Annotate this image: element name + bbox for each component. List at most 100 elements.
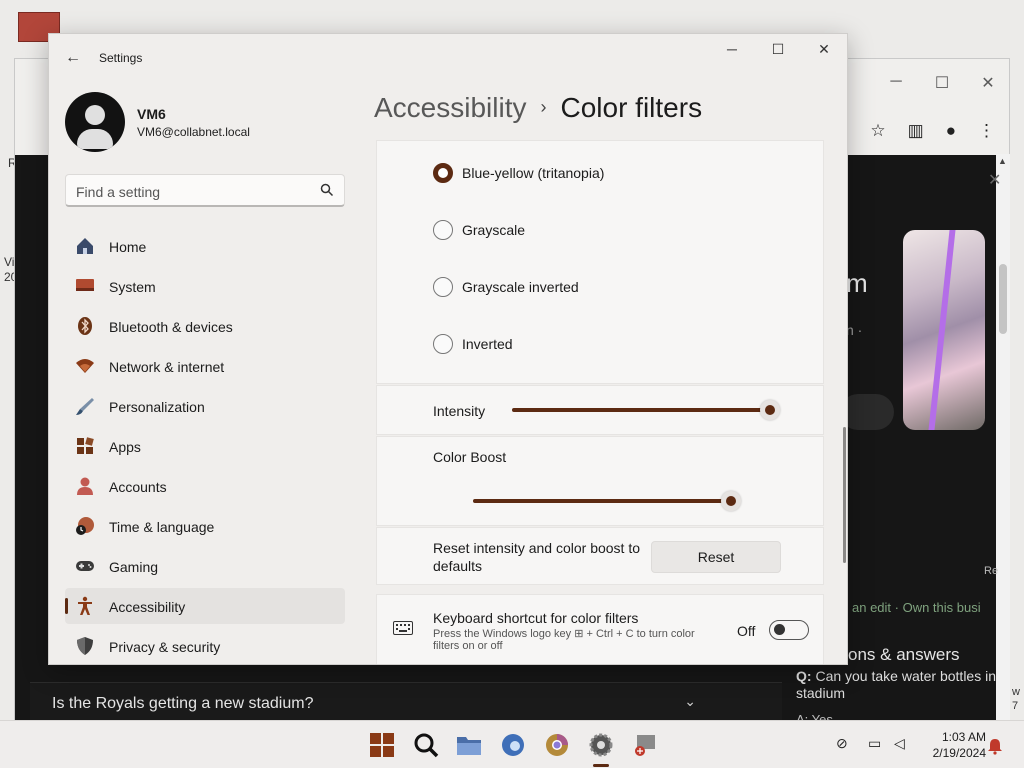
- bluetooth-icon: [78, 317, 92, 335]
- sidebar-item-apps[interactable]: Apps: [65, 428, 345, 464]
- sidebar-item-personalization[interactable]: Personalization: [65, 388, 345, 424]
- accounts-icon: [77, 477, 93, 495]
- sidebar-item-gaming[interactable]: Gaming: [65, 548, 345, 584]
- sidebar-item-privacy[interactable]: Privacy & security: [65, 628, 345, 664]
- color-boost-row: Color Boost: [376, 436, 824, 526]
- settings-gear-icon[interactable]: [587, 731, 615, 759]
- reset-label: Reset intensity and color boost to defau…: [433, 540, 641, 574]
- intensity-slider-track[interactable]: [512, 408, 770, 412]
- back-arrow-icon[interactable]: ←: [63, 48, 83, 68]
- radio-button-selected[interactable]: [433, 163, 453, 183]
- bookmark-star-icon[interactable]: ☆: [870, 121, 885, 141]
- minimize-button[interactable]: ─: [709, 34, 755, 64]
- faq-row[interactable]: Is the Royals getting a new stadium? ⌄: [30, 682, 782, 722]
- apps-icon: [77, 437, 94, 454]
- window-controls: ─ ☐ ✕: [709, 34, 847, 64]
- scrollbar-thumb[interactable]: [999, 264, 1007, 334]
- filter-options-panel: Blue-yellow (tritanopia) Grayscale Grays…: [376, 140, 824, 384]
- start-icon[interactable]: [368, 731, 396, 759]
- sidebar-item-bluetooth[interactable]: Bluetooth & devices: [65, 308, 345, 344]
- avatar[interactable]: [65, 92, 125, 152]
- brush-icon: [76, 398, 94, 415]
- browser-tools: ☆ ▥ ● ⋮: [870, 121, 995, 141]
- sidebar-item-home[interactable]: Home: [65, 228, 345, 264]
- side-panel-icon[interactable]: ▥: [908, 121, 924, 141]
- desktop-text-fragment: w: [1012, 686, 1020, 698]
- qa-question[interactable]: Q: Can you take water bottles in stadium: [796, 668, 1006, 702]
- close-icon[interactable]: ✕: [977, 73, 999, 93]
- display-icon[interactable]: ▭: [868, 735, 881, 752]
- scroll-up-icon[interactable]: ▲: [998, 156, 1007, 166]
- chrome-icon[interactable]: [543, 731, 571, 759]
- settings-content: Blue-yellow (tritanopia) Grayscale Grays…: [376, 140, 824, 664]
- qa-q-text: Can you take water bottles in stadium: [796, 668, 996, 701]
- file-explorer-icon[interactable]: [455, 731, 483, 759]
- browser-window-controls: ─ ☐ ✕: [885, 73, 999, 93]
- qa-heading: ons & answers: [848, 645, 960, 664]
- sidebar-item-label: Gaming: [109, 559, 159, 575]
- close-button[interactable]: ✕: [801, 34, 847, 64]
- browser-scrollbar[interactable]: ▲: [996, 154, 1010, 722]
- sidebar-item-accessibility[interactable]: Accessibility: [65, 588, 345, 624]
- notification-bell-icon[interactable]: [986, 737, 1004, 755]
- more-menu-icon[interactable]: ⋮: [978, 121, 995, 141]
- maximize-button[interactable]: ☐: [755, 34, 801, 64]
- sidebar-item-label: Personalization: [109, 399, 205, 415]
- color-boost-slider-track[interactable]: [473, 499, 733, 503]
- panel-close-icon[interactable]: ✕: [988, 170, 1001, 190]
- radio-button[interactable]: [433, 277, 453, 297]
- radio-button[interactable]: [433, 220, 453, 240]
- shortcut-toggle[interactable]: [769, 620, 809, 640]
- sidebar-item-label: Accessibility: [109, 599, 186, 615]
- intensity-label: Intensity: [433, 403, 486, 419]
- breadcrumb-parent[interactable]: Accessibility: [374, 92, 526, 123]
- filter-option-inverted[interactable]: Inverted: [433, 334, 513, 354]
- filter-option-grayscale-inverted[interactable]: Grayscale inverted: [433, 277, 579, 297]
- snipping-tool-icon[interactable]: [631, 731, 659, 759]
- minimize-icon[interactable]: ─: [885, 73, 907, 93]
- clock-time: 1:03 AM: [941, 730, 986, 744]
- system-clock[interactable]: 1:03 AM 2/19/2024: [922, 729, 986, 761]
- search-placeholder: Find a setting: [76, 184, 161, 200]
- clock-globe-icon: [76, 517, 94, 535]
- desktop-text-fragment: Vi: [4, 255, 15, 269]
- sidebar-item-label: Home: [109, 239, 147, 255]
- background-pill-button[interactable]: [840, 394, 894, 430]
- breadcrumb: Accessibility › Color filters: [374, 92, 702, 124]
- search-icon[interactable]: [320, 183, 334, 197]
- shortcut-title: Keyboard shortcut for color filters: [433, 610, 639, 626]
- keyboard-icon: [393, 621, 413, 635]
- search-icon[interactable]: [412, 731, 440, 759]
- sidebar-item-time-language[interactable]: Time & language: [65, 508, 345, 544]
- sidebar-nav: Home System Bluetooth & devices Network …: [65, 228, 345, 664]
- maximize-icon[interactable]: ☐: [931, 73, 953, 93]
- intensity-row: Intensity: [376, 385, 824, 435]
- network-off-icon[interactable]: ⊘: [836, 735, 848, 752]
- stadium-photo[interactable]: [903, 230, 985, 430]
- system-icon: [76, 279, 94, 291]
- edge-browser-icon[interactable]: [499, 731, 527, 759]
- reset-button[interactable]: Reset: [651, 541, 781, 573]
- sidebar-item-accounts[interactable]: Accounts: [65, 468, 345, 504]
- home-icon: [77, 238, 93, 254]
- sidebar-item-system[interactable]: System: [65, 268, 345, 304]
- radio-label: Grayscale: [462, 222, 526, 238]
- suggest-edit-link[interactable]: an edit · Own this busi: [852, 600, 981, 615]
- volume-mute-icon[interactable]: ◁: [894, 735, 905, 752]
- color-boost-slider-thumb[interactable]: [721, 491, 741, 511]
- clock-date: 2/19/2024: [932, 746, 986, 760]
- title-bar: ← Settings ─ ☐ ✕: [49, 34, 847, 82]
- sidebar-item-label: Network & internet: [109, 359, 225, 375]
- sidebar-item-network[interactable]: Network & internet: [65, 348, 345, 384]
- intensity-slider-thumb[interactable]: [760, 400, 780, 420]
- sidebar-item-label: Accounts: [109, 479, 167, 495]
- chevron-down-icon[interactable]: ⌄: [684, 693, 696, 710]
- wifi-icon: [76, 359, 94, 373]
- filter-option-grayscale[interactable]: Grayscale: [433, 220, 525, 240]
- search-input[interactable]: Find a setting: [65, 174, 345, 207]
- profile-icon[interactable]: ●: [946, 121, 956, 141]
- keyboard-shortcut-row: Keyboard shortcut for color filters Pres…: [376, 594, 824, 664]
- content-scrollbar[interactable]: [843, 427, 846, 563]
- radio-button[interactable]: [433, 334, 453, 354]
- filter-option-tritanopia[interactable]: Blue-yellow (tritanopia): [433, 163, 604, 183]
